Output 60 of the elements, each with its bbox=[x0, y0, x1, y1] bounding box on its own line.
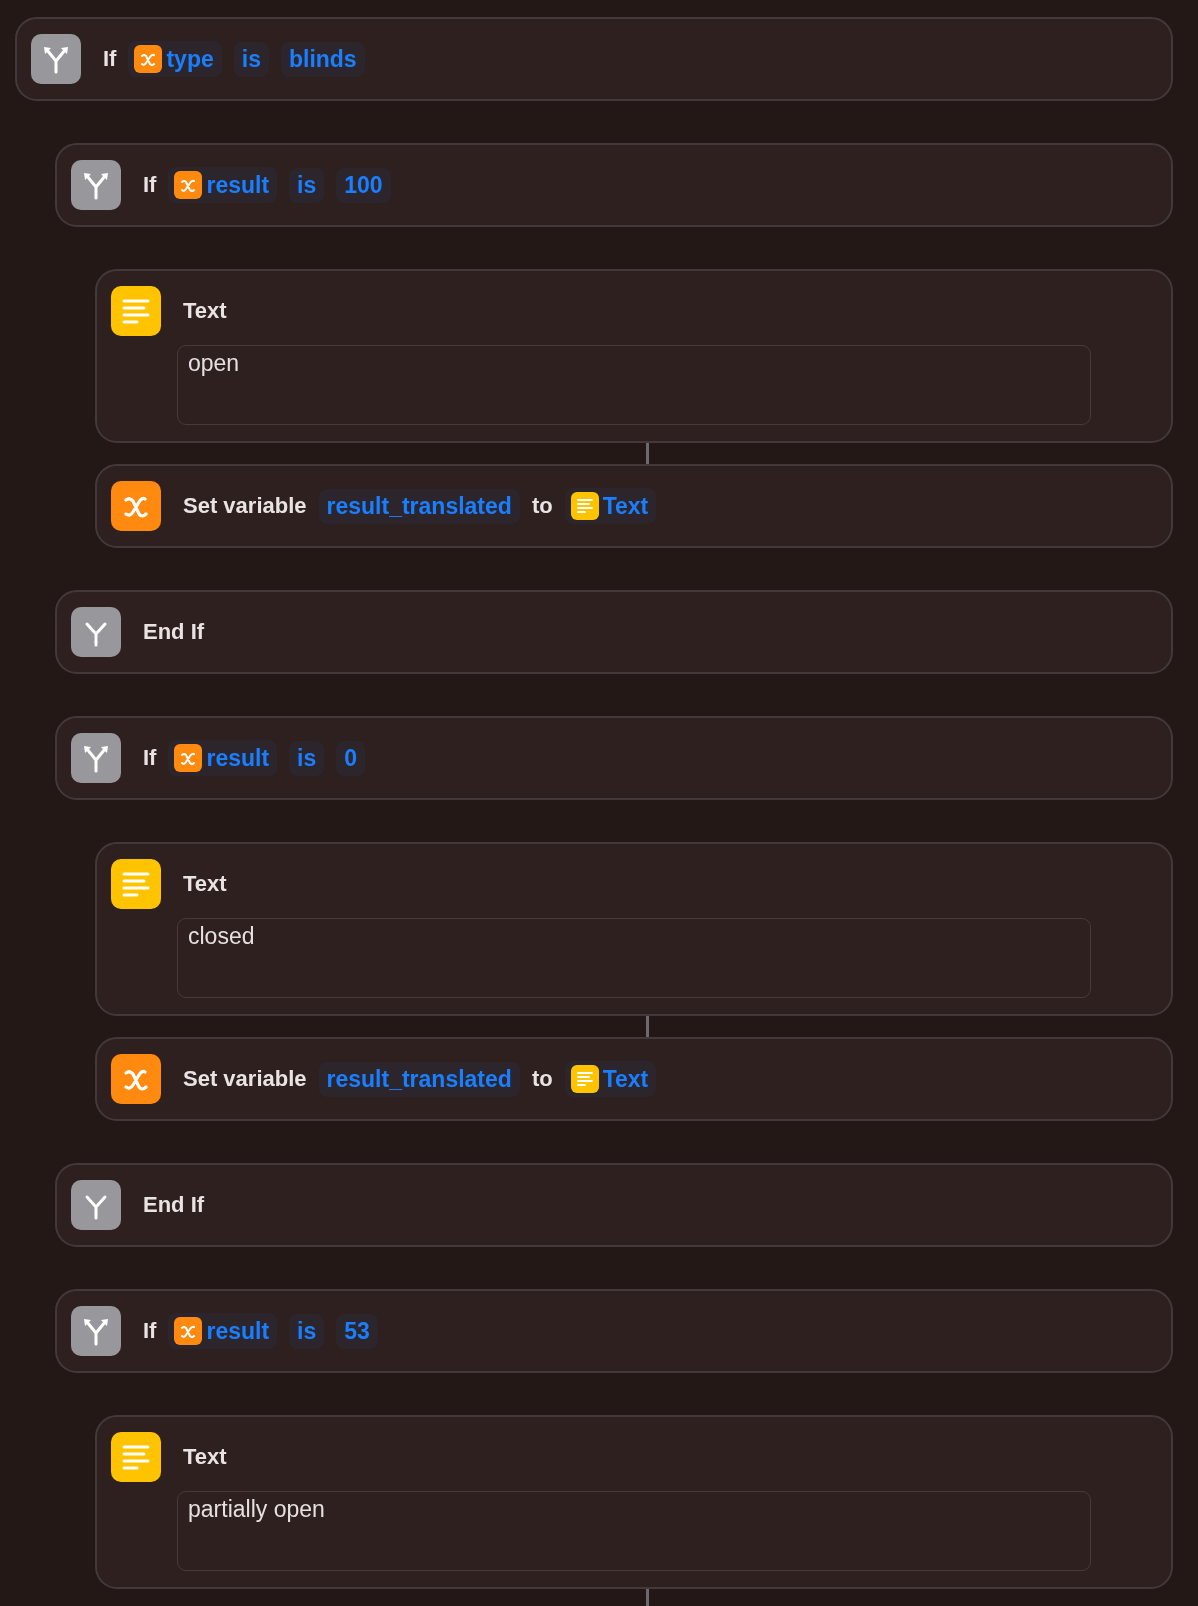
parameter-token[interactable]: 0 bbox=[336, 740, 366, 776]
variable-icon bbox=[174, 171, 203, 199]
branch-icon bbox=[31, 34, 81, 84]
variable-token[interactable]: type bbox=[128, 41, 222, 77]
variable-icon bbox=[174, 744, 203, 772]
action-label: to bbox=[531, 1066, 553, 1092]
parameter-token[interactable]: result_translated bbox=[318, 488, 520, 524]
action-card[interactable]: End If bbox=[55, 590, 1173, 674]
action-label: If bbox=[143, 1318, 157, 1344]
action-label: End If bbox=[143, 1192, 205, 1218]
action-card[interactable]: Text closed bbox=[95, 842, 1173, 1016]
text-lines-icon bbox=[111, 859, 161, 909]
parameter-token[interactable]: is bbox=[289, 740, 325, 776]
text-token[interactable]: Text bbox=[564, 1061, 657, 1097]
text-lines-icon bbox=[570, 1065, 599, 1093]
action-card[interactable]: If result is 100 bbox=[55, 143, 1173, 227]
merge-icon bbox=[71, 607, 121, 657]
parameter-token[interactable]: is bbox=[233, 41, 269, 77]
parameter-token[interactable]: is bbox=[289, 1313, 325, 1349]
branch-icon bbox=[71, 1306, 121, 1356]
action-card[interactable]: Set variable result_translated to Text bbox=[95, 464, 1173, 548]
branch-icon bbox=[71, 733, 121, 783]
action-label: If bbox=[103, 46, 117, 72]
variable-icon bbox=[174, 1317, 203, 1345]
action-label: Text bbox=[183, 871, 227, 897]
parameter-token[interactable]: 53 bbox=[336, 1313, 378, 1349]
variable-token[interactable]: result bbox=[168, 167, 278, 203]
variable-token[interactable]: result bbox=[168, 1313, 278, 1349]
parameter-token[interactable]: result_translated bbox=[318, 1061, 520, 1097]
action-card[interactable]: If result is 53 bbox=[55, 1289, 1173, 1373]
action-label: If bbox=[143, 745, 157, 771]
action-card[interactable]: If type is blinds bbox=[15, 17, 1173, 101]
text-lines-icon bbox=[111, 286, 161, 336]
action-card[interactable]: End If bbox=[55, 1163, 1173, 1247]
action-label: Set variable bbox=[183, 493, 307, 519]
text-field[interactable]: partially open bbox=[177, 1491, 1091, 1571]
action-label: Text bbox=[183, 298, 227, 324]
action-label: Set variable bbox=[183, 1066, 307, 1092]
action-card[interactable]: Text partially open bbox=[95, 1415, 1173, 1589]
text-lines-icon bbox=[570, 492, 599, 520]
variable-icon bbox=[134, 45, 163, 73]
parameter-token[interactable]: blinds bbox=[280, 41, 365, 77]
action-label: If bbox=[143, 172, 157, 198]
action-label: to bbox=[531, 493, 553, 519]
action-card[interactable]: Set variable result_translated to Text bbox=[95, 1037, 1173, 1121]
parameter-token[interactable]: is bbox=[289, 167, 325, 203]
action-label: End If bbox=[143, 619, 205, 645]
parameter-token[interactable]: 100 bbox=[336, 167, 391, 203]
action-card[interactable]: Text open bbox=[95, 269, 1173, 443]
text-field[interactable]: open bbox=[177, 345, 1091, 425]
action-label: Text bbox=[183, 1444, 227, 1470]
text-lines-icon bbox=[111, 1432, 161, 1482]
action-card[interactable]: If result is 0 bbox=[55, 716, 1173, 800]
variable-icon bbox=[111, 1054, 161, 1104]
variable-icon bbox=[111, 481, 161, 531]
text-field[interactable]: closed bbox=[177, 918, 1091, 998]
variable-token[interactable]: result bbox=[168, 740, 278, 776]
text-token[interactable]: Text bbox=[564, 488, 657, 524]
merge-icon bbox=[71, 1180, 121, 1230]
branch-icon bbox=[71, 160, 121, 210]
